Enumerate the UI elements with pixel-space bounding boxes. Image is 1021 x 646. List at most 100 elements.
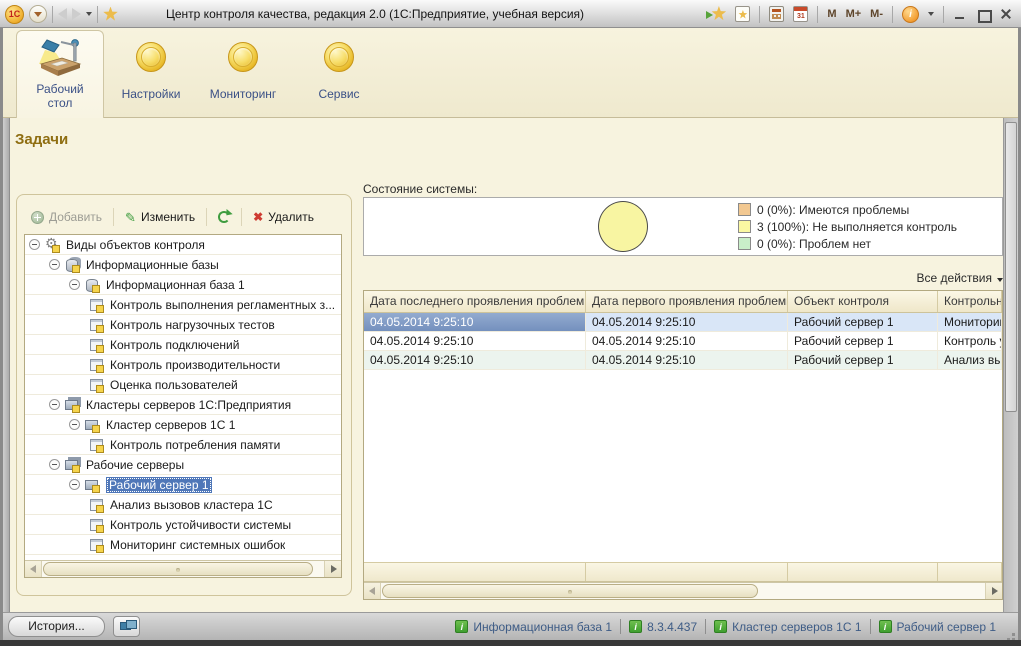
add-favorite-icon[interactable] (735, 6, 751, 22)
minimize-button[interactable] (953, 7, 967, 21)
window-left-edge (0, 28, 3, 646)
tree-item-working-server-1[interactable]: Рабочий сервер 1 (25, 475, 341, 495)
edit-button[interactable]: ✎ Изменить (118, 206, 202, 228)
tree-item-control-kinds[interactable]: Виды объектов контроля (25, 235, 341, 255)
client-mode-button[interactable] (113, 616, 140, 637)
table-cell[interactable]: Рабочий сервер 1 (788, 351, 938, 369)
chart-legend: 0 (0%): Имеются проблемы 3 (100%): Не вы… (738, 202, 957, 251)
table-cell[interactable]: Контроль у (938, 332, 1002, 350)
tab-monitoring[interactable]: Мониторинг (201, 36, 285, 101)
table-cell[interactable]: 04.05.2014 9:25:10 (586, 313, 788, 331)
calendar-icon[interactable]: 31 (793, 6, 809, 22)
task-icon (89, 438, 105, 453)
collapse-icon[interactable] (29, 239, 40, 250)
scroll-right-button[interactable] (324, 561, 341, 577)
main-vertical-scrollbar[interactable] (1003, 118, 1018, 612)
table-row[interactable]: 04.05.2014 9:25:10 04.05.2014 9:25:10 Ра… (364, 351, 1002, 370)
table-cell[interactable]: 04.05.2014 9:25:10 (586, 332, 788, 350)
memory-recall-button[interactable]: M (827, 8, 836, 20)
server-icon (85, 418, 101, 433)
tree-item-clusters[interactable]: Кластеры серверов 1С:Предприятия (25, 395, 341, 415)
back-icon[interactable] (58, 8, 67, 20)
tree-item-task[interactable]: Контроль нагрузочных тестов (25, 315, 341, 335)
table-cell[interactable]: 04.05.2014 9:25:10 (364, 332, 586, 350)
tree-item-cluster-1[interactable]: Кластер серверов 1С 1 (25, 415, 341, 435)
tab-service[interactable]: Сервис (297, 36, 381, 101)
maximize-button[interactable] (976, 7, 992, 23)
collapse-icon[interactable] (69, 419, 80, 430)
column-header[interactable]: Контрольн (938, 291, 1002, 312)
tree-item-task[interactable]: Оценка пользователей (25, 375, 341, 395)
history-dropdown-icon[interactable] (86, 12, 92, 16)
tab-desktop[interactable]: Рабочий стол (16, 30, 104, 118)
tree-item-infobases[interactable]: Информационные базы (25, 255, 341, 275)
all-actions-menu[interactable]: Все действия (363, 271, 1003, 285)
info-icon[interactable]: i (902, 5, 919, 23)
server-icon (85, 478, 101, 493)
column-header[interactable]: Объект контроля (788, 291, 938, 312)
info-icon: i (714, 620, 728, 633)
collapse-icon[interactable] (49, 259, 60, 270)
tree-item-task[interactable]: Мониторинг системных ошибок (25, 535, 341, 555)
goto-favorites-icon[interactable] (706, 6, 727, 22)
column-header[interactable]: Дата первого проявления проблемы (586, 291, 788, 312)
favorites-star-icon[interactable] (103, 6, 118, 21)
collapse-icon[interactable] (69, 279, 80, 290)
scroll-left-button[interactable] (25, 561, 42, 577)
main-menu-button[interactable] (29, 5, 47, 23)
scroll-left-button[interactable] (364, 583, 381, 599)
table-cell[interactable]: 04.05.2014 9:25:10 (364, 351, 586, 369)
table-horizontal-scrollbar[interactable] (364, 582, 1002, 599)
task-icon (89, 318, 105, 333)
table-cell[interactable]: Рабочий сервер 1 (788, 313, 938, 331)
collapse-icon[interactable] (69, 479, 80, 490)
table-footer (364, 562, 1002, 582)
delete-button[interactable]: ✖ Удалить (246, 206, 321, 228)
collapse-icon[interactable] (49, 399, 60, 410)
tree-item-task[interactable]: Контроль подключений (25, 335, 341, 355)
memory-add-button[interactable]: M+ (846, 8, 862, 20)
statusbar-link-infobase[interactable]: i Информационная база 1 (455, 620, 612, 634)
tree-item-task[interactable]: Контроль устойчивости системы (25, 515, 341, 535)
calculator-icon[interactable] (769, 6, 785, 22)
problems-table: Дата последнего проявления проблемы Дата… (363, 290, 1003, 600)
tree-item-task[interactable]: Контроль потребления памяти (25, 435, 341, 455)
forward-icon[interactable] (72, 8, 81, 20)
tree-item-task[interactable]: Анализ вызовов кластера 1С (25, 495, 341, 515)
table-row[interactable]: 04.05.2014 9:25:10 04.05.2014 9:25:10 Ра… (364, 313, 1002, 332)
tree-horizontal-scrollbar[interactable] (25, 560, 341, 577)
scroll-right-button[interactable] (985, 583, 1002, 599)
table-cell[interactable]: Мониторин (938, 313, 1002, 331)
chevron-down-icon (34, 11, 42, 17)
legend-item-problems: 0 (0%): Имеются проблемы (738, 202, 957, 217)
statusbar-link-cluster[interactable]: i Кластер серверов 1С 1 (714, 620, 862, 634)
table-cell[interactable]: Рабочий сервер 1 (788, 332, 938, 350)
memory-subtract-button[interactable]: M- (870, 8, 883, 20)
table-row[interactable]: 04.05.2014 9:25:10 04.05.2014 9:25:10 Ра… (364, 332, 1002, 351)
titlebar: 1С Центр контроля качества, редакция 2.0… (0, 0, 1021, 28)
resize-grip-icon[interactable] (1012, 633, 1015, 636)
tab-label: Настройки (121, 87, 181, 101)
table-cell-selected[interactable]: 04.05.2014 9:25:10 (364, 313, 586, 331)
coin-icon (228, 42, 258, 72)
table-cell[interactable]: 04.05.2014 9:25:10 (586, 351, 788, 369)
refresh-button[interactable] (211, 206, 237, 228)
tree-item-task[interactable]: Контроль выполнения регламентных з... (25, 295, 341, 315)
tree-item-infobase-1[interactable]: Информационная база 1 (25, 275, 341, 295)
column-header[interactable]: Дата последнего проявления проблемы (364, 291, 586, 312)
tree-item-working-servers[interactable]: Рабочие серверы (25, 455, 341, 475)
statusbar-link-version[interactable]: i 8.3.4.437 (629, 620, 697, 634)
history-button[interactable]: История... (8, 616, 105, 637)
scrollbar-thumb[interactable] (1005, 122, 1017, 412)
collapse-icon[interactable] (49, 459, 60, 470)
tab-settings[interactable]: Настройки (109, 36, 193, 101)
scrollbar-thumb[interactable] (43, 562, 313, 576)
table-cell[interactable]: Анализ вы (938, 351, 1002, 369)
info-dropdown-icon[interactable] (928, 12, 934, 16)
scrollbar-thumb[interactable] (382, 584, 758, 598)
close-button[interactable] (999, 7, 1013, 21)
add-button[interactable]: Добавить (24, 206, 109, 228)
side-splitter[interactable] (3, 118, 10, 612)
statusbar-link-server[interactable]: i Рабочий сервер 1 (878, 620, 996, 634)
tree-item-task[interactable]: Контроль производительности (25, 355, 341, 375)
